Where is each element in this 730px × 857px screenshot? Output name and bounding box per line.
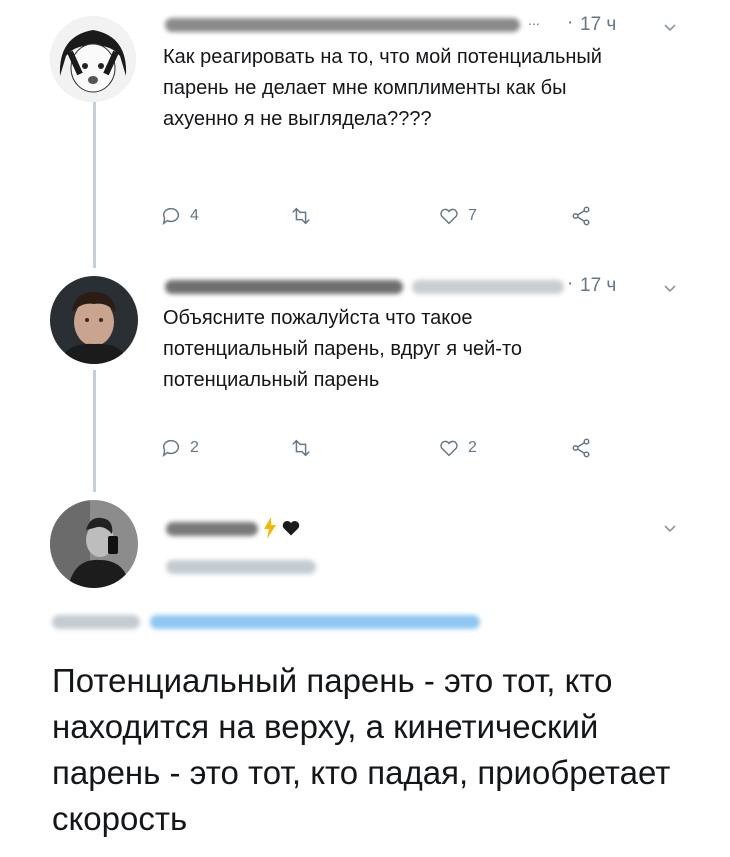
avatar[interactable] [50, 16, 136, 102]
reply-button[interactable]: 2 [160, 437, 199, 459]
reply-icon [162, 439, 180, 458]
heart-icon [440, 208, 458, 225]
like-button[interactable]: 7 [438, 205, 477, 227]
timestamp[interactable]: 17 ч [580, 275, 616, 297]
thread-line [93, 96, 96, 268]
share-button[interactable] [570, 437, 592, 459]
chevron-down-icon[interactable] [664, 283, 676, 295]
reply-to-label [52, 615, 140, 629]
share-icon [572, 206, 590, 226]
main-tweet-text: Потенциальный парень - это тот, кто нахо… [52, 662, 671, 837]
heart-icon [440, 440, 458, 457]
author-name[interactable] [165, 280, 403, 294]
like-button[interactable]: 2 [438, 437, 477, 459]
dot-separator: · [567, 273, 574, 294]
retweet-icon [292, 207, 310, 225]
ellipsis: ... [528, 12, 540, 28]
reply-button[interactable]: 4 [160, 205, 199, 227]
reply-count: 2 [190, 439, 199, 456]
like-count: 7 [468, 207, 477, 224]
retweet-icon [292, 439, 310, 457]
chevron-down-icon[interactable] [664, 523, 676, 535]
chevron-down-icon[interactable] [664, 22, 676, 34]
lightning-icon [264, 517, 276, 539]
tweet-actions: 4 7 [160, 205, 610, 231]
author-handle[interactable] [166, 560, 316, 574]
reply-to-line [52, 614, 480, 630]
thread-line [93, 370, 96, 492]
timestamp[interactable]: 17 ч [580, 14, 616, 36]
avatar[interactable] [50, 500, 138, 588]
author-name[interactable] [165, 18, 520, 32]
like-count: 2 [468, 439, 477, 456]
share-button[interactable] [570, 205, 592, 227]
share-icon [572, 438, 590, 458]
dot-separator: · [567, 12, 574, 33]
retweet-button[interactable] [290, 205, 312, 227]
tweet-text: Как реагировать на то, что мой потенциал… [163, 46, 602, 130]
heart-icon [282, 520, 300, 536]
reply-to-link[interactable] [150, 615, 480, 629]
author-name[interactable] [166, 522, 258, 536]
reply-count: 4 [190, 207, 199, 224]
tweet-text: Объясните пожалуйста что такое потенциал… [163, 307, 523, 391]
reply-icon [162, 207, 180, 226]
tweet-actions: 2 2 [160, 437, 610, 463]
avatar[interactable] [50, 276, 138, 364]
retweet-button[interactable] [290, 437, 312, 459]
author-handle[interactable] [412, 280, 564, 294]
